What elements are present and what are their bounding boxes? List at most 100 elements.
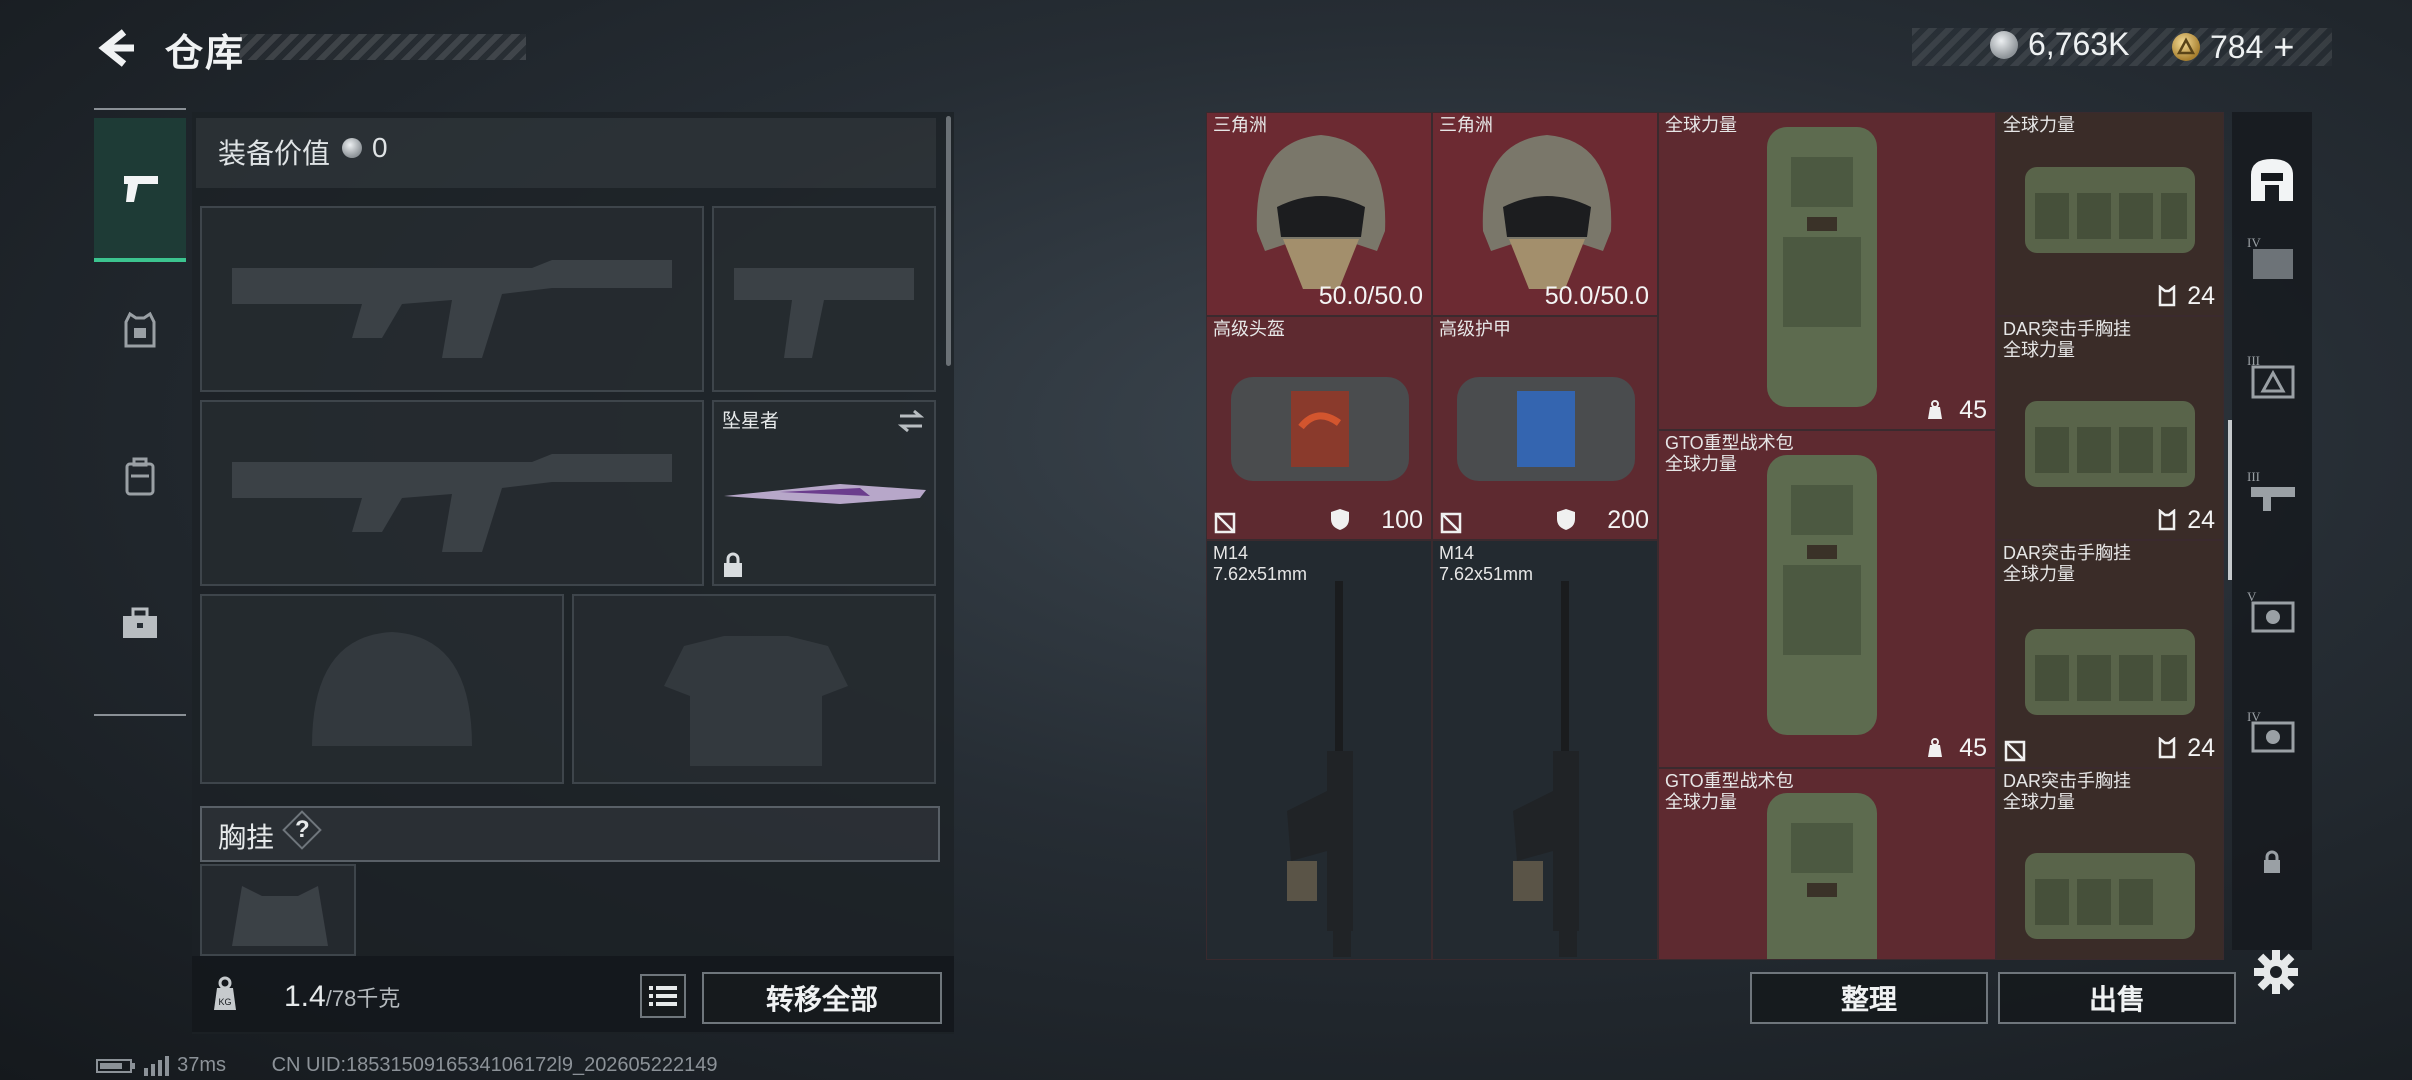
item-rifle[interactable]: M14 7.62x51mm — [1206, 540, 1432, 960]
item-chest-rig[interactable]: 全球力量 24 — [1996, 112, 2224, 316]
armor-shield-icon — [1557, 509, 1575, 530]
primary-weapon-slot[interactable] — [200, 206, 704, 392]
secondary-weapon-slot[interactable] — [200, 400, 704, 586]
nav-armor[interactable] — [94, 260, 186, 400]
capacity: 24 — [2187, 734, 2215, 762]
helmet-slot[interactable] — [200, 594, 564, 784]
capacity: 45 — [1959, 734, 1987, 762]
chest-rig-slot[interactable] — [200, 864, 356, 956]
filter-locked[interactable] — [2240, 830, 2304, 894]
svg-text:IV: IV — [2247, 235, 2261, 250]
nav-weapons[interactable] — [94, 118, 186, 262]
item-rifle[interactable]: M14 7.62x51mm — [1432, 540, 1658, 960]
weight-icon: KG — [214, 976, 236, 1010]
silver-currency[interactable]: 6,763K — [1990, 26, 2129, 63]
duffel-bag-icon — [1231, 377, 1409, 481]
melee-slot[interactable]: 坠星者 — [712, 400, 936, 586]
weight-current: 1.4 — [284, 980, 326, 1013]
chest-rig-icon — [2025, 401, 2195, 487]
item-helmet-case[interactable]: 高级头盔 100 — [1206, 316, 1432, 540]
helmet-icon — [1482, 135, 1612, 289]
weight-max: /78千克 — [325, 986, 401, 1011]
rig-silhouette-icon — [232, 886, 328, 946]
title-decoration — [240, 34, 526, 60]
capacity: 24 — [2187, 506, 2215, 534]
chest-rig-icon — [2025, 167, 2195, 253]
list-icon — [649, 986, 677, 1006]
item-backpack[interactable]: 全球力量 45 — [1658, 112, 1996, 430]
back-arrow-icon[interactable] — [94, 26, 138, 70]
scrollbar[interactable] — [946, 116, 951, 366]
backpack-icon — [125, 457, 155, 496]
body-armor-slot[interactable] — [572, 594, 936, 784]
stash-icon — [2251, 159, 2293, 201]
sort-button[interactable]: 整理 — [1750, 972, 1988, 1024]
rifle-icon — [1513, 581, 1579, 957]
item-label: DAR突击手胸挂 全球力量 — [2003, 543, 2132, 584]
sell-button[interactable]: 出售 — [1998, 972, 2236, 1024]
weight-readout: 1.4/78千克 — [284, 980, 400, 1014]
capacity: 24 — [2187, 282, 2215, 310]
gold-currency[interactable]: 784 + — [2172, 26, 2294, 68]
settings-gear-icon[interactable] — [2254, 950, 2298, 994]
gold-add[interactable]: + — [2273, 26, 2294, 68]
knife-icon — [724, 484, 926, 504]
gold-triangle-coin-icon — [2172, 33, 2200, 61]
filter-tier-3-armor[interactable]: III — [2240, 344, 2304, 408]
rifle-silhouette-icon — [232, 454, 672, 552]
stash-grid: 三角洲 50.0/50.0 三角洲 50.0/50.0 全球力量 45 全球力量 — [1206, 112, 2224, 960]
item-chest-rig[interactable]: DAR突击手胸挂 全球力量 — [1996, 768, 2224, 960]
svg-text:KG: KG — [218, 997, 231, 1007]
filter-tier-4-helmet[interactable]: IV — [2240, 226, 2304, 290]
item-chest-rig[interactable]: DAR突击手胸挂 全球力量 24 — [1996, 540, 2224, 768]
lock-icon — [2264, 850, 2280, 873]
chest-rig-label: 胸挂 — [218, 822, 275, 853]
armor-shield-icon — [1331, 509, 1349, 530]
durability: 50.0/50.0 — [1544, 282, 1649, 310]
item-label: DAR突击手胸挂 全球力量 — [2003, 319, 2132, 360]
durability: 50.0/50.0 — [1318, 282, 1423, 310]
rifle-icon — [1287, 581, 1353, 957]
rig-capacity-icon — [2158, 737, 2176, 759]
ping: 37ms — [177, 1054, 227, 1076]
signal-icon — [143, 1055, 169, 1076]
gold-currency-value: 784 — [2210, 28, 2264, 65]
item-chest-rig[interactable]: DAR突击手胸挂 全球力量 24 — [1996, 316, 2224, 540]
list-view-button[interactable] — [640, 974, 686, 1018]
nav-toolbox[interactable] — [94, 554, 186, 694]
help-glyph: ? — [295, 816, 310, 843]
transfer-all-button[interactable]: 转移全部 — [702, 972, 942, 1024]
tier-5-item-icon: V — [2247, 589, 2295, 633]
item-helmet[interactable]: 三角洲 50.0/50.0 — [1432, 112, 1658, 316]
tier-3-weapon-icon: III — [2247, 469, 2295, 511]
no-insurance-icon — [2004, 740, 2026, 762]
battery-icon — [96, 1058, 135, 1073]
no-insurance-icon — [1440, 512, 1462, 534]
toolbox-icon — [123, 607, 157, 638]
item-label: 高级头盔 — [1213, 319, 1285, 339]
swap-icon[interactable] — [896, 408, 926, 434]
filter-tier-5-item[interactable]: V — [2240, 580, 2304, 644]
helmet-silhouette-icon — [312, 632, 472, 746]
svg-text:III: III — [2247, 469, 2260, 484]
sidearm-slot[interactable] — [712, 206, 936, 392]
backpack-icon — [1767, 793, 1877, 959]
item-armor-case[interactable]: 高级护甲 200 — [1432, 316, 1658, 540]
duffel-bag-icon — [1457, 377, 1635, 481]
filter-tier-3-weapon[interactable]: III — [2240, 460, 2304, 524]
filter-tier-4-item[interactable]: IV — [2240, 700, 2304, 764]
item-helmet[interactable]: 三角洲 50.0/50.0 — [1206, 112, 1432, 316]
vest-silhouette-icon — [664, 636, 848, 766]
tier-4-helmet-icon: IV — [2247, 235, 2293, 279]
uid: CN UID:1853150916534106172l9_20260522214… — [271, 1054, 718, 1076]
capacity: 45 — [1959, 396, 1987, 424]
item-label: 全球力量 — [2003, 115, 2075, 135]
silver-coin-icon — [1990, 30, 2018, 59]
tier-3-armor-icon: III — [2247, 353, 2295, 399]
pistol-icon — [124, 176, 158, 202]
nav-backpack[interactable] — [94, 406, 186, 546]
rifle-silhouette-icon — [232, 260, 672, 358]
item-backpack[interactable]: GTO重型战术包 全球力量 45 — [1658, 430, 1996, 768]
item-backpack[interactable]: GTO重型战术包 全球力量 — [1658, 768, 1996, 960]
filter-stash[interactable] — [2240, 148, 2304, 212]
